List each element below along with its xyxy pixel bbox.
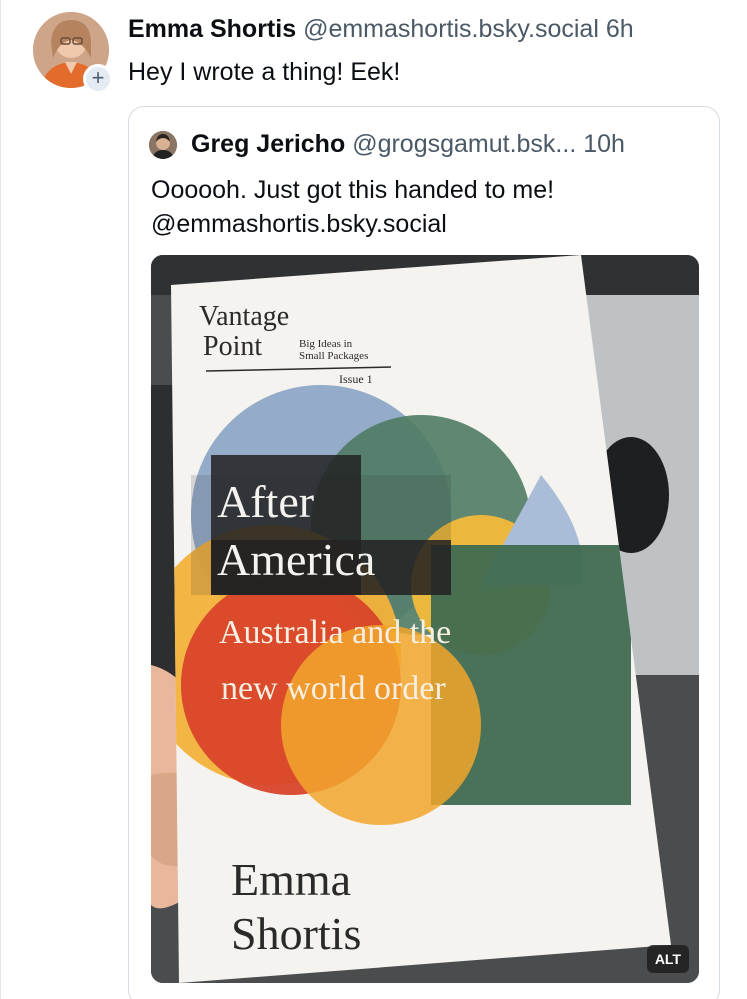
author-handle[interactable]: @emmashortis.bsky.social — [303, 15, 599, 43]
post-text: Hey I wrote a thing! Eek! — [128, 58, 401, 86]
book-subtitle-line-2: new world order — [221, 670, 446, 707]
book-issue: Issue 1 — [339, 372, 373, 386]
quote-author-handle[interactable]: @grogsgamut.bsk... — [352, 130, 576, 158]
post-header: Emma Shortis @emmashortis.bsky.social 6h — [128, 14, 634, 44]
quote-author-name[interactable]: Greg Jericho — [191, 130, 345, 158]
quote-author-avatar[interactable] — [149, 131, 177, 159]
quote-timestamp[interactable]: 10h — [583, 130, 625, 158]
post-timestamp[interactable]: 6h — [606, 15, 634, 43]
book-tagline-line-2: Small Packages — [299, 350, 368, 362]
book-title-line-2: America — [217, 534, 375, 585]
book-subtitle-line-1: Australia and the — [219, 614, 451, 651]
quoted-post-card[interactable]: Greg Jericho @grogsgamut.bsk... 10h Oooo… — [128, 106, 720, 999]
book-author-line-1: Emma — [231, 854, 351, 905]
quote-text-line-1: Oooooh. Just got this handed to me! — [151, 176, 555, 204]
book-author-line-2: Shortis — [231, 908, 361, 959]
book-series-line-2: Point — [203, 331, 262, 362]
book-tagline-line-1: Big Ideas in — [299, 338, 353, 350]
quote-image[interactable]: Vantage Point Big Ideas in Small Package… — [151, 255, 699, 983]
thread-divider — [0, 0, 1, 999]
quote-text: Oooooh. Just got this handed to me! @emm… — [151, 173, 701, 241]
author-avatar-wrapper[interactable]: + — [33, 12, 113, 94]
follow-plus-button[interactable]: + — [83, 64, 113, 94]
quote-header: Greg Jericho @grogsgamut.bsk... 10h — [191, 129, 625, 159]
quote-mention-link[interactable]: @emmashortis.bsky.social — [151, 207, 701, 241]
alt-text-badge[interactable]: ALT — [646, 945, 689, 973]
book-title-line-1: After — [217, 476, 314, 527]
book-cover: Vantage Point Big Ideas in Small Package… — [171, 255, 671, 983]
book-series-line-1: Vantage — [199, 301, 289, 332]
author-name[interactable]: Emma Shortis — [128, 15, 296, 43]
